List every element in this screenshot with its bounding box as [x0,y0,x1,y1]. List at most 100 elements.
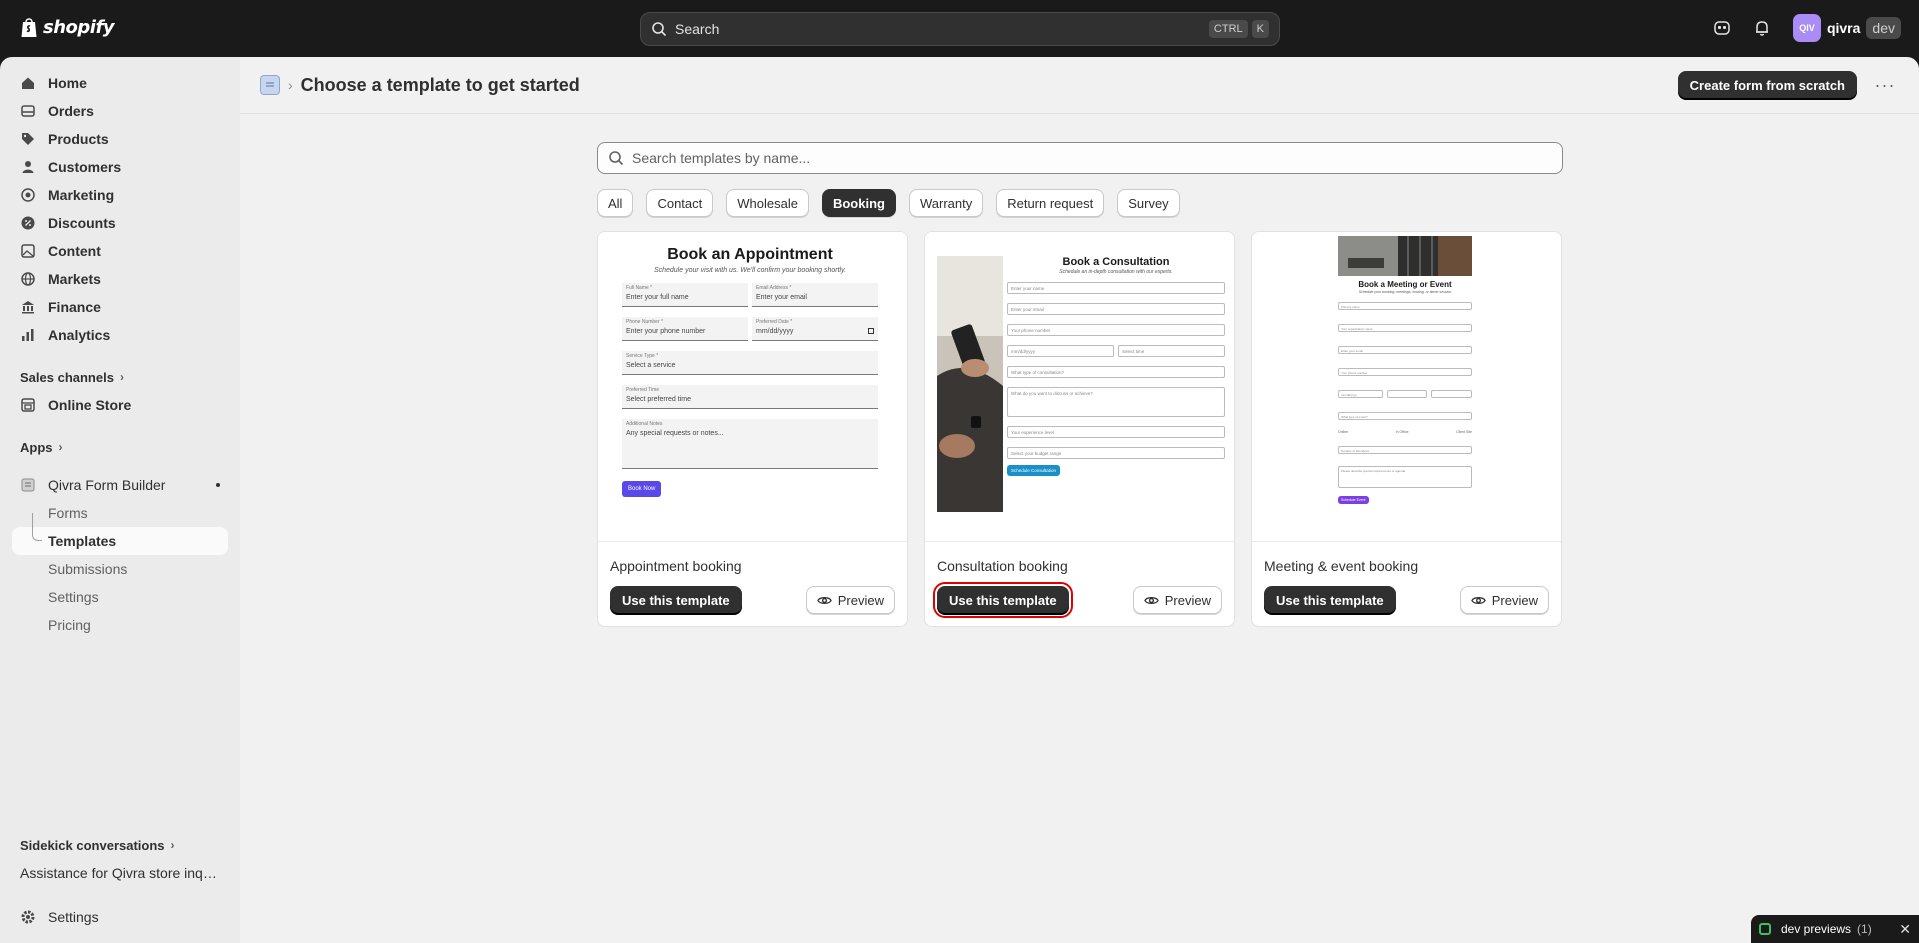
globe-icon [20,271,36,287]
avatar: QIV [1792,14,1821,42]
preview-field: Enter your name [1007,282,1225,294]
template-card-consultation: Book a Consultation Schedule an in-depth… [924,231,1235,627]
appointment-form-preview: Book an Appointment Schedule your visit … [622,246,878,497]
filter-chip-return-request[interactable]: Return request [996,189,1105,217]
pin-dot [216,483,220,487]
person-with-phone-image [937,256,1003,512]
sidebar-subitem-label: Submissions [48,561,128,577]
sidebar-subitem-label: Forms [48,505,88,521]
sidebar-item-markets[interactable]: Markets [12,265,228,293]
preview-textarea: Please describe special requirements or … [1338,466,1472,488]
preview-button[interactable]: Preview [1459,586,1549,614]
sidebar-subitem-label: Templates [48,533,117,549]
sidebar-subitem-submissions[interactable]: Submissions [12,555,228,583]
sidebar-item-discounts[interactable]: Discounts [12,209,228,237]
sidebar-item-app[interactable]: Qivra Form Builder [12,471,228,499]
sidekick-heading[interactable]: Sidekick conversations › [0,833,240,857]
sidebar-subitem-settings[interactable]: Settings [12,583,228,611]
create-form-button[interactable]: Create form from scratch [1677,71,1857,99]
preview-button[interactable]: Preview [805,586,895,614]
shopify-bag-icon [21,18,37,37]
chevron-right-icon: › [58,440,63,454]
sidebar-item-orders[interactable]: Orders [12,97,228,125]
discount-icon [20,215,36,231]
sidebar-item-label: Markets [48,271,101,287]
filter-chip-survey[interactable]: Survey [1117,189,1180,217]
sales-channels-heading[interactable]: Sales channels › [12,363,228,391]
preview-field: Preferred Time Select preferred time [622,385,878,409]
preview-submit-button: Schedule Event [1338,496,1369,504]
home-icon [20,75,36,91]
preview-field: Your phone number [1007,324,1225,336]
sidebar-item-products[interactable]: Products [12,125,228,153]
preview-textarea: What do you want to discuss or achieve? [1007,387,1225,417]
use-template-button[interactable]: Use this template [610,586,742,614]
preview-button[interactable]: Preview [1132,586,1222,614]
template-search[interactable] [597,142,1563,174]
sidebar-item-label: Finance [48,299,101,315]
filter-chip-contact[interactable]: Contact [646,189,714,217]
sidebar-item-label: Qivra Form Builder [48,477,166,493]
location-options: Online In Office Client Site [1338,430,1472,434]
dev-previews-count: (1) [1857,922,1872,936]
use-template-button[interactable]: Use this template [933,582,1073,618]
sidebar-item-content[interactable]: Content [12,237,228,265]
use-template-button[interactable]: Use this template [1264,586,1396,614]
template-title: Appointment booking [610,558,742,574]
preview-field: What type of consultation? [1007,366,1225,378]
sidebar-subitem-pricing[interactable]: Pricing [12,611,228,639]
template-cards: Book an Appointment Schedule your visit … [597,231,1563,627]
preview-field: Your organization name [1338,324,1472,332]
sidebar-item-marketing[interactable]: Marketing [12,181,228,209]
sidebar-item-label: Analytics [48,327,111,343]
preview-heading: Book an Appointment [667,246,833,263]
sidebar-item-finance[interactable]: Finance [12,293,228,321]
preview-subheading: Schedule your visit with us. We'll confi… [653,267,847,274]
preview-field: Number of attendees [1338,446,1472,454]
preview-field: Full Name * Enter your full name [622,283,748,307]
sidebar-bottom: Sidekick conversations › Assistance for … [0,833,240,943]
sidekick-icon[interactable] [1713,19,1731,37]
sidebar-item-label: Home [48,75,87,91]
store-account-menu[interactable]: QIV qivra dev [1792,14,1901,42]
template-preview-thumbnail[interactable]: Book an Appointment Schedule your visit … [598,232,907,542]
sidekick-conversation[interactable]: Assistance for Qivra store inqu... [0,857,240,889]
filter-chip-all[interactable]: All [597,189,634,217]
template-gallery: All Contact Wholesale Booking Warranty Return… [597,142,1563,627]
gear-icon [20,909,36,925]
template-preview-thumbnail[interactable]: Book a Consultation Schedule an in-depth… [925,232,1234,542]
sidebar-item-settings[interactable]: Settings [12,903,228,931]
filter-chip-warranty[interactable]: Warranty [908,189,984,217]
filter-chip-booking[interactable]: Booking [821,189,896,217]
preview-subheading: Schedule an in-depth consultation with o… [1059,269,1173,275]
eye-icon [1470,596,1486,604]
eye-icon [1143,596,1159,604]
office-interior-image [1338,236,1472,276]
sidebar-subitem-templates[interactable]: Templates [12,513,228,555]
template-search-input[interactable] [632,150,1552,166]
env-badge: dev [1866,17,1901,39]
sidebar-item-customers[interactable]: Customers [12,153,228,181]
search-icon [609,151,624,166]
app-breadcrumb-icon[interactable] [260,75,280,95]
template-preview-thumbnail[interactable]: Book a Meeting or Event Schedule your bo… [1252,232,1561,542]
sidebar-item-analytics[interactable]: Analytics [12,321,228,349]
filter-chip-wholesale[interactable]: Wholesale [726,189,809,217]
search-label: Search [675,21,720,37]
sidebar-item-online-store[interactable]: Online Store [12,391,228,419]
preview-field: Phone Number * Enter your phone number [622,317,748,341]
chevron-right-icon: › [119,370,124,384]
shopify-logo[interactable]: shopify [20,16,115,38]
preview-field [1431,390,1473,398]
dev-previews-bar[interactable]: dev previews (1) ✕ [1751,915,1919,943]
close-icon[interactable]: ✕ [1899,921,1911,938]
notification-bell-icon[interactable] [1753,19,1771,37]
global-search[interactable]: Search CTRL K [640,12,1280,46]
sidebar-subitem-forms[interactable]: Forms [12,499,228,527]
sidebar-item-home[interactable]: Home [12,69,228,97]
content-icon [20,243,36,259]
dev-previews-label: dev previews [1781,922,1852,936]
apps-heading[interactable]: Apps › [12,433,228,461]
sidebar-item-label: Customers [48,159,122,175]
more-actions-icon[interactable]: ··· [1871,71,1899,99]
